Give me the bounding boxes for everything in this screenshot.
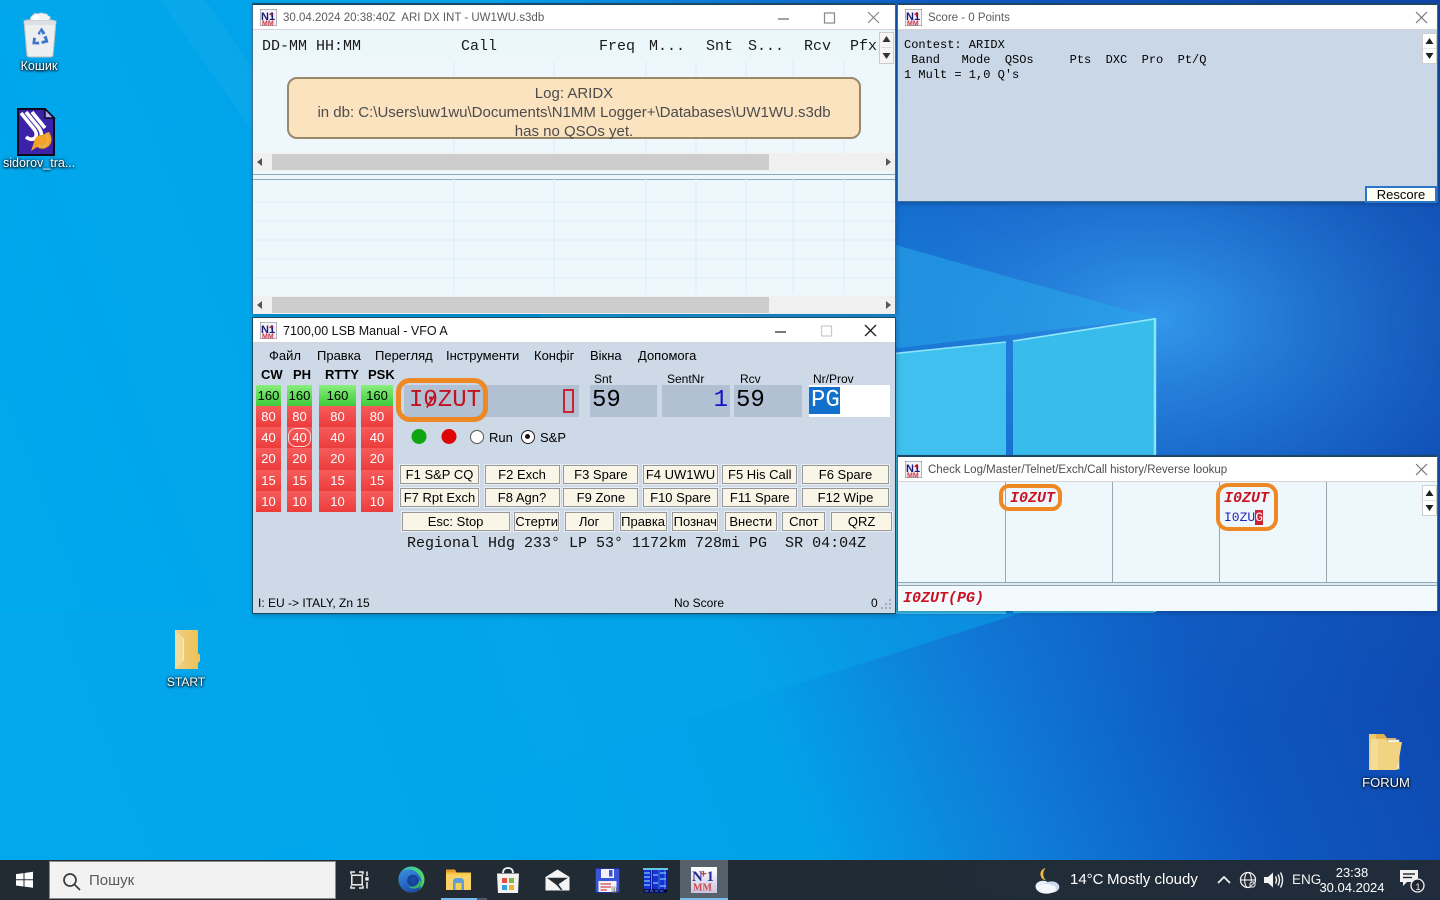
svg-text:MM: MM	[907, 21, 919, 27]
svg-text:+: +	[914, 462, 919, 471]
svg-text:MM: MM	[262, 21, 274, 27]
svg-text:MM: MM	[907, 473, 919, 479]
svg-text:MM: MM	[693, 883, 712, 894]
svg-text:31: 31	[613, 887, 619, 892]
svg-text:+: +	[700, 869, 706, 881]
svg-text:+: +	[914, 10, 919, 19]
svg-text:1: 1	[1416, 882, 1421, 892]
svg-text:+: +	[269, 10, 274, 19]
